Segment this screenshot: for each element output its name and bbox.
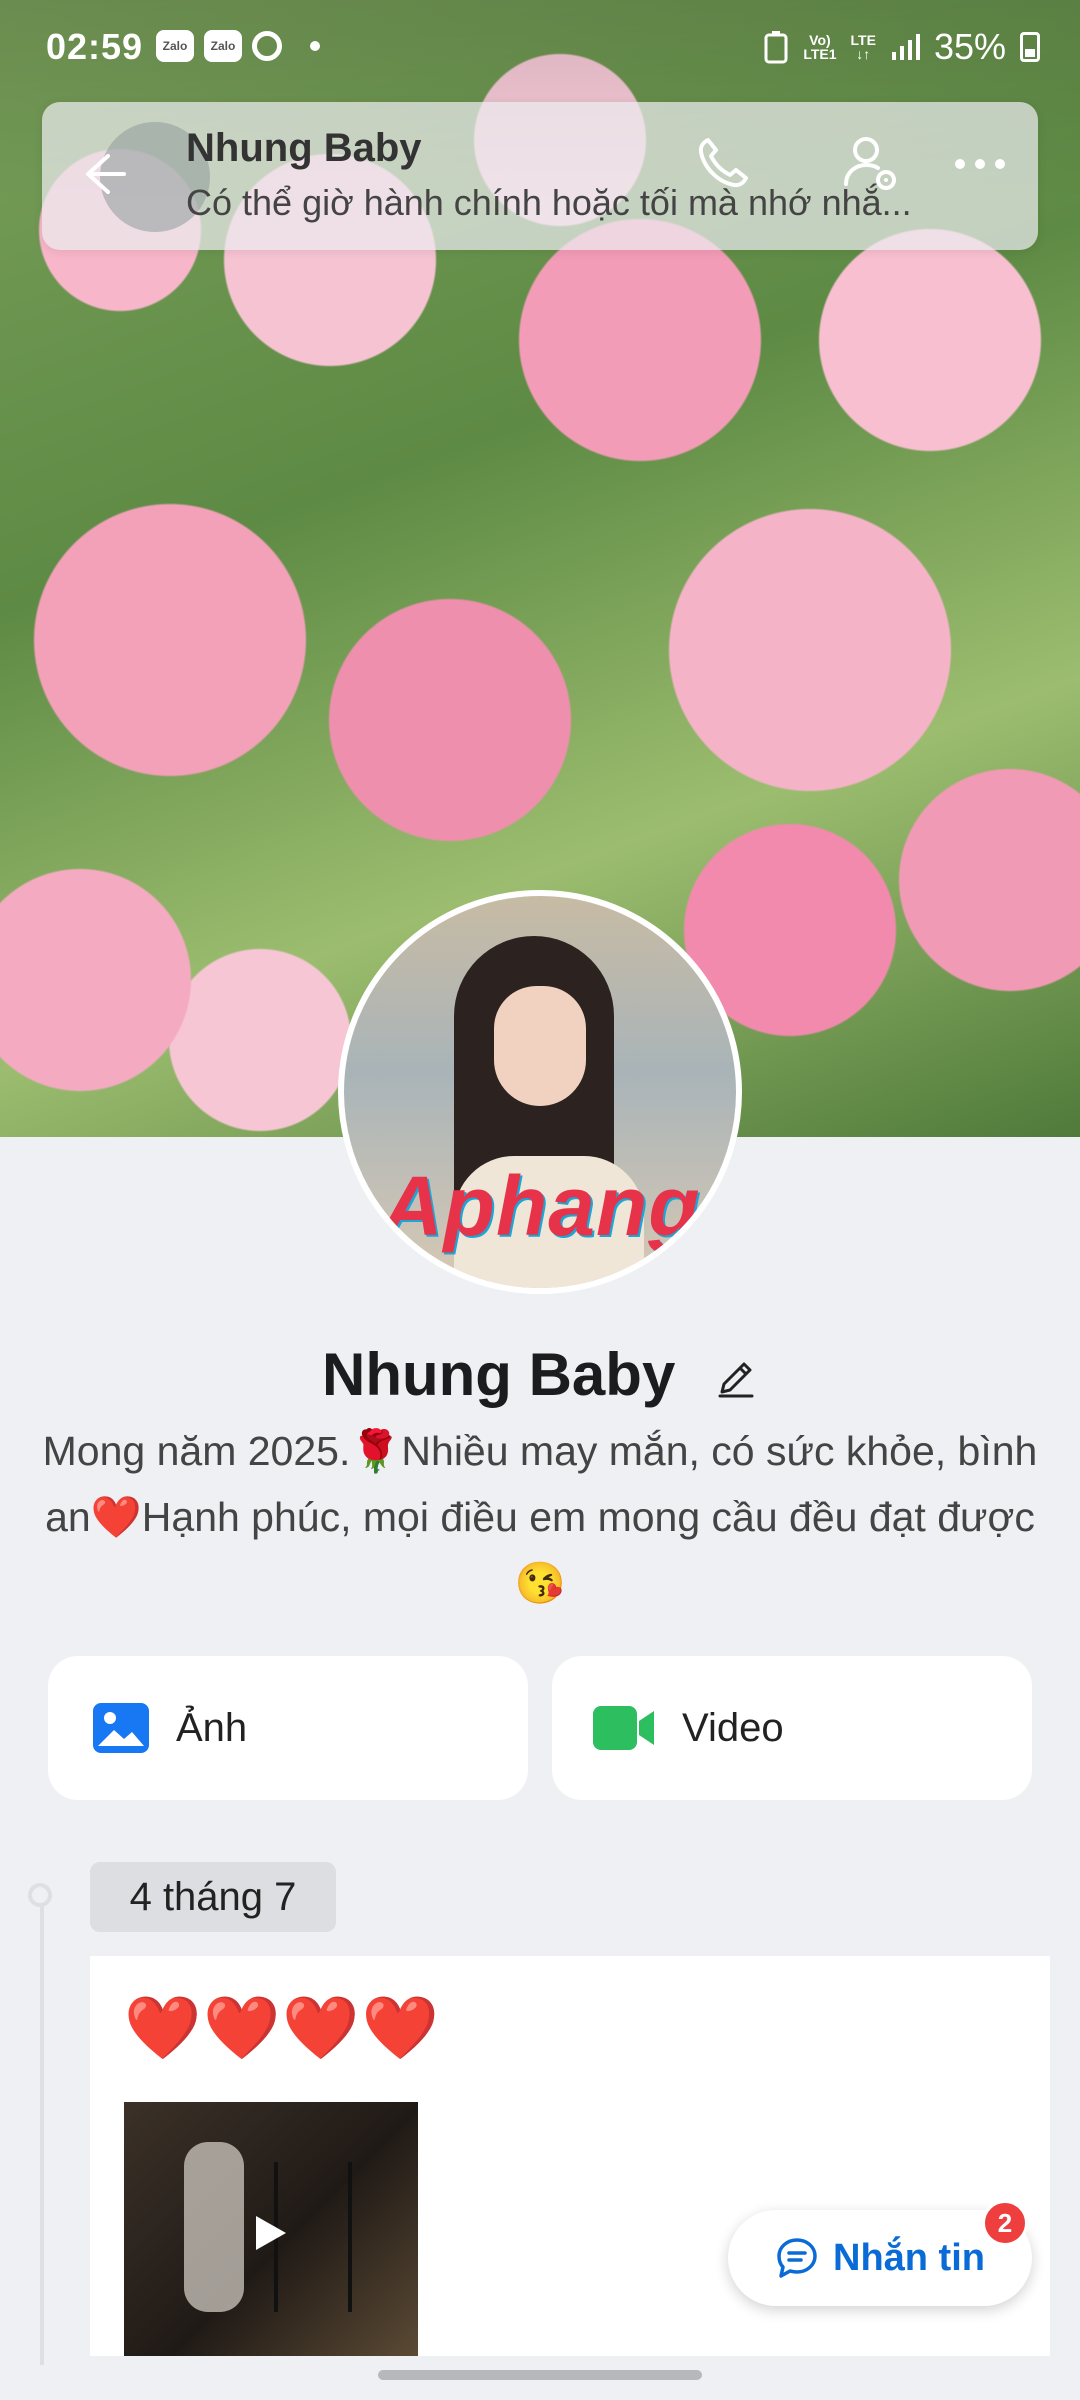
system-icons: Vo) LTE1 LTE ↓↑ 35%	[763, 26, 1040, 68]
timeline-line	[40, 1895, 44, 2365]
thumbnail-figure	[184, 2142, 244, 2312]
home-indicator[interactable]	[378, 2370, 702, 2380]
call-button[interactable]	[682, 124, 762, 204]
back-button[interactable]	[52, 124, 152, 224]
profile-header-bar: Nhung Baby Có thể giờ hành chính hoặc tố…	[42, 102, 1038, 250]
pencil-icon	[718, 1362, 754, 1398]
chrome-icon	[252, 31, 282, 61]
unread-badge: 2	[982, 2200, 1028, 2246]
send-message-button[interactable]: Nhắn tin 2	[728, 2200, 1032, 2306]
timeline-date: 4 tháng 7	[90, 1862, 336, 1932]
videos-button[interactable]: Video	[552, 1656, 1032, 1800]
status-bar: 02:59 Zalo Zalo Vo) LTE1 LTE ↓↑ 35%	[0, 0, 1080, 96]
status-time: 02:59	[46, 26, 144, 67]
battery-percent: 35%	[933, 26, 1006, 67]
videos-label: Video	[682, 1705, 784, 1750]
volte-top: Vo)	[809, 32, 831, 48]
more-options-button[interactable]	[940, 124, 1020, 204]
profile-bio: Mong năm 2025.🌹Nhiều may mắn, có sức khỏ…	[42, 1428, 1038, 1606]
more-notifications-dot-icon	[310, 41, 320, 51]
photos-button[interactable]: Ảnh	[48, 1656, 528, 1800]
volte-indicator: Vo) LTE1	[803, 33, 836, 61]
signal-icon	[891, 34, 920, 60]
photo-icon	[93, 1703, 149, 1753]
profile-name: Nhung Baby	[322, 1341, 676, 1408]
avatar-face	[494, 986, 586, 1106]
notification-icons: Zalo Zalo	[156, 30, 320, 62]
photos-label: Ảnh	[176, 1705, 248, 1750]
profile-settings-button[interactable]	[832, 124, 912, 204]
send-message-label: Nhắn tin	[833, 2236, 985, 2279]
back-arrow-icon	[86, 154, 126, 194]
zalo-notification-icon-2: Zalo	[204, 30, 242, 62]
volte-bottom: LTE1	[803, 46, 837, 62]
watermark-logo: Aphang	[382, 1159, 701, 1253]
user-settings-icon	[844, 137, 896, 190]
header-subtitle: Có thể giờ hành chính hoặc tối mà nhớ nh…	[186, 182, 912, 223]
header-name: Nhung Baby	[186, 126, 422, 170]
lte-indicator: LTE ↓↑	[851, 33, 876, 61]
edit-name-button[interactable]	[714, 1345, 758, 1414]
battery-icon	[1020, 32, 1040, 62]
more-dots-icon	[955, 159, 1005, 169]
phone-icon	[698, 138, 748, 188]
recycle-battery-icon	[764, 31, 788, 64]
zalo-notification-icon: Zalo	[156, 30, 194, 62]
chat-bubble-icon	[777, 2238, 817, 2278]
lte-arrows: ↓↑	[856, 46, 871, 62]
lte-label: LTE	[850, 32, 876, 48]
video-camera-icon	[593, 1706, 654, 1750]
post-text: ❤️❤️❤️❤️	[124, 1994, 441, 2063]
timeline-dot	[28, 1883, 52, 1907]
post-video-thumbnail[interactable]	[124, 2102, 418, 2356]
profile-avatar[interactable]: Aphang	[338, 890, 742, 1294]
play-icon	[256, 2216, 286, 2250]
profile-name-row: Nhung Baby	[0, 1340, 1080, 1414]
